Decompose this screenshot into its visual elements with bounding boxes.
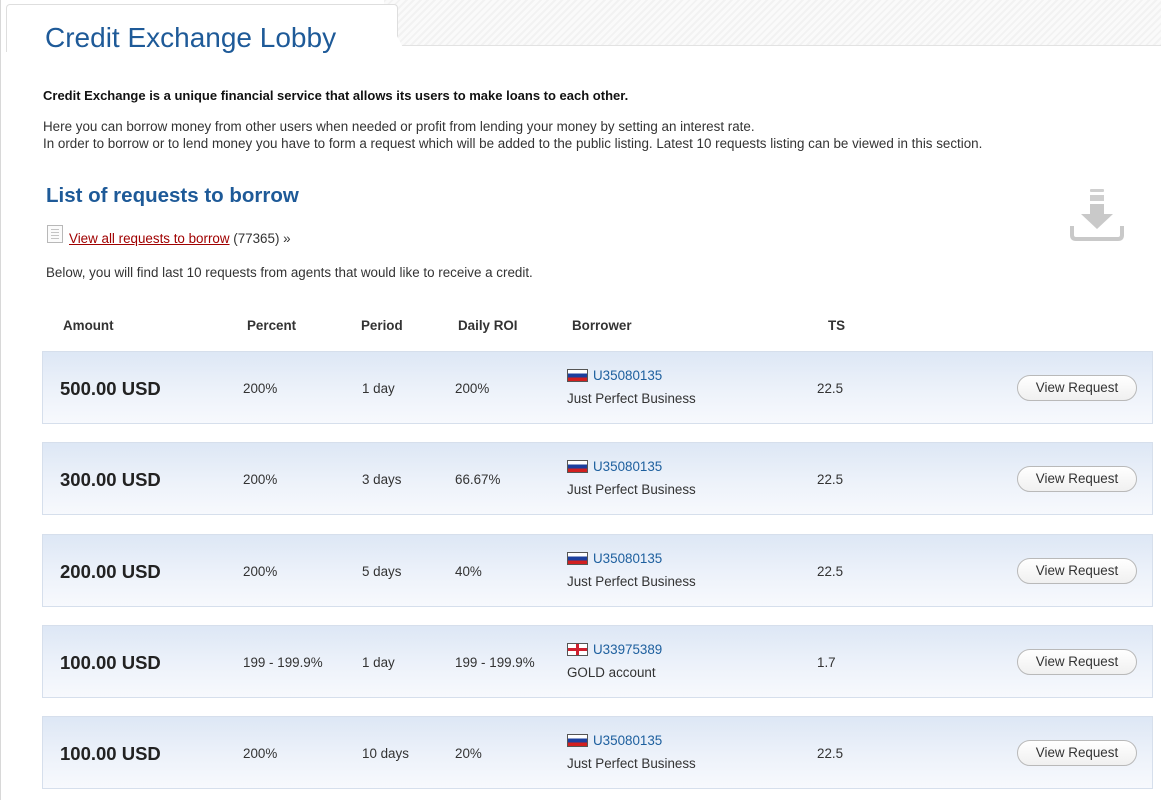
col-header-ts: TS — [828, 318, 846, 333]
period-cell: 10 days — [362, 746, 409, 761]
russia-flag-icon — [567, 552, 588, 565]
amount-cell: 200.00 USD — [60, 561, 161, 582]
table-row: 200.00 USD 200% 5 days 40% U35080135 Jus… — [42, 534, 1153, 607]
period-cell: 1 day — [362, 655, 395, 670]
view-request-button[interactable]: View Request — [1017, 740, 1137, 766]
borrower-id-link[interactable]: U35080135 — [593, 733, 662, 748]
daily-roi-cell: 199 - 199.9% — [455, 655, 535, 670]
intro-text-line2: In order to borrow or to lend money you … — [43, 136, 983, 151]
percent-cell: 200% — [243, 381, 278, 396]
view-request-button[interactable]: View Request — [1017, 466, 1137, 492]
amount-cell: 100.00 USD — [60, 652, 161, 673]
intro-heading: Credit Exchange is a unique financial se… — [43, 88, 629, 103]
view-all-row: View all requests to borrow (77365) » — [69, 231, 291, 246]
view-all-requests-link[interactable]: View all requests to borrow — [69, 231, 230, 246]
borrower-id-link[interactable]: U35080135 — [593, 551, 662, 566]
view-request-button[interactable]: View Request — [1017, 375, 1137, 401]
below-description: Below, you will find last 10 requests fr… — [46, 265, 533, 280]
borrower-name: Just Perfect Business — [567, 391, 696, 406]
daily-roi-cell: 20% — [455, 746, 482, 761]
russia-flag-icon — [567, 734, 588, 747]
borrower-id-link[interactable]: U33975389 — [593, 642, 662, 657]
russia-flag-icon — [567, 369, 588, 382]
amount-cell: 300.00 USD — [60, 469, 161, 490]
borrower-id-link[interactable]: U35080135 — [593, 459, 662, 474]
borrower-id-link[interactable]: U35080135 — [593, 368, 662, 383]
view-all-count: (77365) » — [229, 231, 291, 246]
col-header-percent: Percent — [247, 318, 297, 333]
section-title: List of requests to borrow — [46, 184, 299, 207]
borrower-name: GOLD account — [567, 665, 656, 680]
table-row: 100.00 USD 200% 10 days 20% U35080135 Ju… — [42, 716, 1153, 789]
page-title: Credit Exchange Lobby — [45, 22, 337, 53]
england-flag-icon — [567, 643, 588, 656]
col-header-amount: Amount — [63, 318, 114, 333]
period-cell: 1 day — [362, 381, 395, 396]
percent-cell: 199 - 199.9% — [243, 655, 323, 670]
download-arrow-icon[interactable] — [1066, 186, 1128, 244]
table-row: 500.00 USD 200% 1 day 200% U35080135 Jus… — [42, 351, 1153, 424]
intro-text-line1: Here you can borrow money from other use… — [43, 119, 755, 134]
russia-flag-icon — [567, 460, 588, 473]
period-cell: 3 days — [362, 472, 402, 487]
ts-cell: 22.5 — [817, 564, 844, 579]
ts-cell: 22.5 — [817, 746, 844, 761]
borrower-name: Just Perfect Business — [567, 756, 696, 771]
col-header-daily-roi: Daily ROI — [458, 318, 518, 333]
table-row: 300.00 USD 200% 3 days 66.67% U35080135 … — [42, 442, 1153, 515]
view-request-button[interactable]: View Request — [1017, 558, 1137, 584]
header-stripe — [384, 0, 1161, 46]
percent-cell: 200% — [243, 564, 278, 579]
borrower-name: Just Perfect Business — [567, 574, 696, 589]
borrower-name: Just Perfect Business — [567, 482, 696, 497]
daily-roi-cell: 40% — [455, 564, 482, 579]
daily-roi-cell: 66.67% — [455, 472, 501, 487]
table-row: 100.00 USD 199 - 199.9% 1 day 199 - 199.… — [42, 625, 1153, 698]
ts-cell: 22.5 — [817, 472, 844, 487]
col-header-period: Period — [361, 318, 403, 333]
col-header-borrower: Borrower — [572, 318, 632, 333]
percent-cell: 200% — [243, 472, 278, 487]
document-icon — [47, 225, 63, 243]
ts-cell: 1.7 — [817, 655, 836, 670]
amount-cell: 500.00 USD — [60, 378, 161, 399]
amount-cell: 100.00 USD — [60, 743, 161, 764]
title-tab-corner — [382, 4, 404, 54]
period-cell: 5 days — [362, 564, 402, 579]
ts-cell: 22.5 — [817, 381, 844, 396]
view-request-button[interactable]: View Request — [1017, 649, 1137, 675]
daily-roi-cell: 200% — [455, 381, 490, 396]
percent-cell: 200% — [243, 746, 278, 761]
